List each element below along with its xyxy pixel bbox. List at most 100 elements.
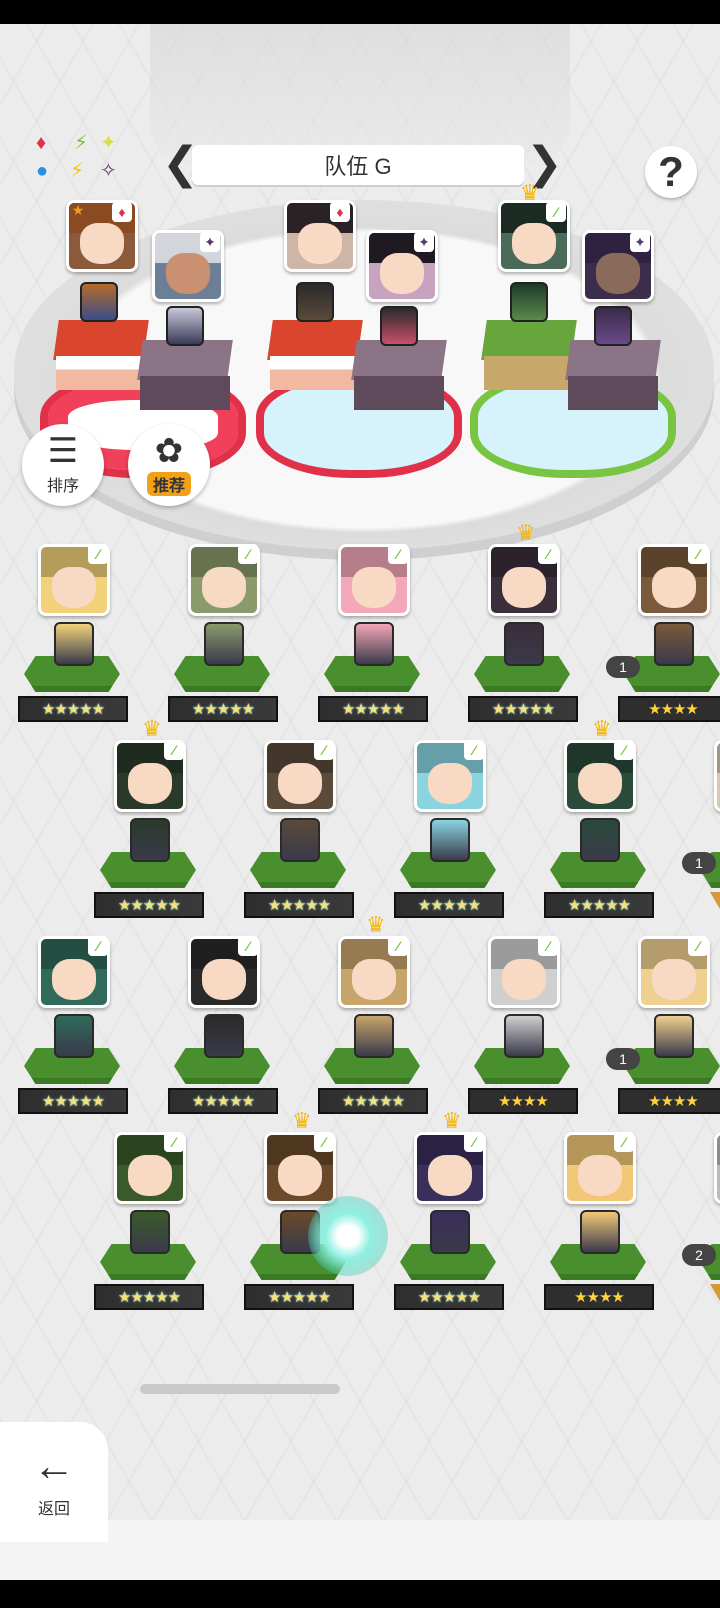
scroll-indicator[interactable] [140,1384,340,1394]
character-card[interactable]: ⁄ ★★★★ [468,936,578,1126]
star-rating: ★★★★★ [468,696,578,722]
character-sprite [430,1210,470,1254]
crown-icon: ♛ [592,716,612,741]
character-sprite [430,818,470,862]
nature-element-icon: ⁄ [538,936,558,956]
nature-element-icon: ⚡ [74,132,89,154]
character-sprite [204,1014,244,1058]
star-rating: ★★★★★ [318,1088,428,1114]
star-rating: ★★★★★ [244,892,354,918]
navigation-bar [0,1580,720,1608]
character-card[interactable]: ♛ ⁄ ★★★★★ [94,718,204,930]
character-sprite[interactable] [166,306,204,346]
character-sprite [580,818,620,862]
character-sprite [654,622,694,666]
nature-element-icon: ⁄ [614,740,634,760]
character-card[interactable]: ⁄ ★★★★★ [318,544,428,734]
back-label: 返回 [37,1501,70,1518]
nature-element-icon: ⁄ [538,544,558,564]
star-rating: ★★★★★ [244,1284,354,1310]
nature-element-icon: ⁄ [314,740,334,760]
recommend-button[interactable]: ✿ 推荐 [128,424,210,506]
front-block-slot-1 [53,320,149,390]
crown-icon: ♛ [516,520,536,545]
star-rating: ★★★★★ [168,696,278,722]
dark-element-icon: ✦ [414,232,434,252]
character-sprite[interactable] [380,306,418,346]
character-portrait[interactable] [714,740,720,812]
help-button[interactable]: ? [645,146,697,198]
character-card[interactable]: ♛ ⁄ ★★★★★ [468,522,578,734]
character-sprite[interactable] [296,282,334,322]
star-rating: ★★★★★ [168,1088,278,1114]
dark-element-icon: ✧ [100,160,117,182]
crown-icon: ♛ [366,912,386,937]
nature-element-icon: ⁄ [314,1132,334,1152]
character-card[interactable]: ⁄1 [682,740,720,930]
nature-element-icon: ⁄ [546,202,566,222]
character-sprite [504,1014,544,1058]
flower-icon: ✿ [154,432,184,470]
character-card[interactable]: ⁄ ★★★★★ [168,936,278,1126]
character-card[interactable]: ⁄ ★★★★ 1 [606,544,720,734]
sort-label: 排序 [46,478,79,495]
nature-element-icon: ⁄ [688,544,708,564]
nature-element-icon: ⁄ [164,1132,184,1152]
character-card[interactable]: ⁄ ★★★★★ [18,544,128,734]
character-card[interactable]: ♛ ⁄ ★★★★★ [394,1110,504,1322]
star-rating: ★★★★ [544,1284,654,1310]
duplicate-count-badge: 2 [682,1244,716,1266]
character-sprite [580,1210,620,1254]
nature-element-icon: ⁄ [238,544,258,564]
nature-element-icon: ⁄ [164,740,184,760]
bottom-strip [0,1520,720,1580]
game-screen: ♦ ⚡ ✦ ● ⚡ ✧ ❮ 队伍 G ❯ ? ★ ♦ ✦ ♦ ✦ ♛ ⁄ ✦ ☰ [0,24,720,1580]
star-rating: ★★★★★ [18,1088,128,1114]
front-block-slot-3 [481,320,577,390]
back-block-slot-1 [137,340,233,410]
character-sprite[interactable] [510,282,548,322]
character-card[interactable]: ⁄ ★★★★★ [18,936,128,1126]
character-card[interactable]: ♛ ⁄ ★★★★★ [544,718,654,930]
nature-element-icon: ⁄ [388,936,408,956]
character-sprite [130,1210,170,1254]
character-sprite [354,1014,394,1058]
star-rating: ★★★★★ [318,696,428,722]
character-card[interactable]: ⁄ ★★★★ 1 [606,936,720,1126]
star-rating: ★★★★ [618,696,720,722]
character-card[interactable]: ⁄ ★★★★★ [394,740,504,930]
character-sprite[interactable] [80,282,118,322]
status-bar [0,0,720,24]
star-rating: ★★★★★ [94,892,204,918]
star-rating: ★★★★★ [394,1284,504,1310]
character-sprite [130,818,170,862]
leader-star-icon: ★ [71,202,85,218]
thunder-element-icon: ⚡ [70,160,85,182]
crown-icon: ♛ [292,1108,312,1133]
arrow-left-icon: ← [33,1442,75,1489]
back-button[interactable]: ← 返回 [0,1422,108,1542]
sort-button[interactable]: ☰ 排序 [22,424,104,506]
star-rating: ★★★★★ [394,892,504,918]
character-sprite [504,622,544,666]
character-sprite [280,818,320,862]
fire-element-icon: ♦ [36,132,47,154]
star-rating: ★★★★★ [544,892,654,918]
crown-icon: ♛ [142,716,162,741]
duplicate-count-badge: 1 [682,852,716,874]
character-card[interactable]: ⁄ ★★★★★ [94,1132,204,1322]
recommend-label: 推荐 [146,472,191,496]
character-card[interactable]: ⁄ ★★★★★ [168,544,278,734]
character-card[interactable]: ⁄ ★★★★★ [244,740,354,930]
nature-element-icon: ⁄ [464,1132,484,1152]
character-card[interactable]: ⁄2 [682,1132,720,1322]
prev-team-button[interactable]: ❮ [162,142,199,188]
character-sprite[interactable] [594,306,632,346]
character-portrait[interactable] [714,1132,720,1204]
character-card[interactable]: ⁄ ★★★★ [544,1132,654,1322]
nature-element-icon: ⁄ [88,936,108,956]
character-card[interactable]: ♛ ⁄ ★★★★★ [318,914,428,1126]
back-block-slot-3 [565,340,661,410]
dark-element-icon: ✦ [200,232,220,252]
duplicate-count-badge: 1 [606,1048,640,1070]
